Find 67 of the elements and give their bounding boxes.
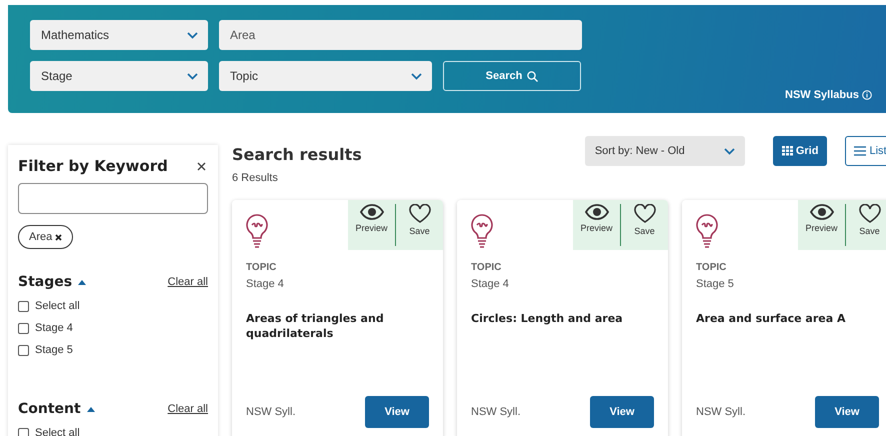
- keyword-chip[interactable]: Area: [18, 225, 74, 249]
- keyword-input[interactable]: [18, 183, 208, 214]
- checkbox-label: Stage 4: [35, 322, 73, 334]
- results-title: Search results: [232, 145, 362, 164]
- close-icon: [197, 162, 206, 170]
- card-source: NSW Syll.: [471, 406, 520, 418]
- caret-icon: [78, 280, 86, 284]
- lightbulb-icon: [696, 214, 718, 248]
- checkbox-label: Select all: [35, 427, 80, 436]
- card-source: NSW Syll.: [246, 406, 296, 418]
- card-title: Circles: Length and area: [471, 311, 624, 326]
- section-toggle[interactable]: Content: [18, 401, 95, 417]
- eye-icon: [584, 204, 608, 220]
- lightbulb-icon: [471, 214, 493, 248]
- card-source: NSW Syll.: [696, 406, 746, 418]
- stage-select[interactable]: Stage: [30, 61, 208, 91]
- save-button[interactable]: Save: [396, 204, 443, 246]
- remove-icon: [55, 234, 62, 240]
- chevron-down-icon: [187, 72, 198, 80]
- lightbulb-icon: [246, 214, 268, 248]
- filter-title: Filter by Keyword: [18, 157, 168, 175]
- grid-icon: [782, 146, 793, 156]
- heart-icon: [858, 204, 880, 223]
- checkbox[interactable]: [18, 344, 29, 356]
- view-button[interactable]: View: [590, 396, 654, 428]
- card-type: TOPIC: [246, 262, 278, 273]
- preview-button[interactable]: Preview: [348, 204, 395, 246]
- card-stage: Stage 4: [471, 278, 510, 290]
- preview-button[interactable]: Preview: [573, 204, 620, 246]
- card-title: Areas of triangles and quadrilaterals: [246, 311, 385, 341]
- card-type: TOPIC: [471, 262, 502, 273]
- sort-select[interactable]: Sort by: New - Old: [584, 136, 745, 166]
- keyword-field[interactable]: Area: [219, 20, 582, 50]
- heart-icon: [634, 204, 656, 223]
- card-stage: Stage 4: [246, 278, 285, 290]
- preview-button[interactable]: Preview: [798, 204, 845, 246]
- chevron-down-icon: [187, 32, 198, 38]
- checkbox-label: Select all: [35, 300, 80, 312]
- save-button[interactable]: Save: [846, 204, 886, 246]
- card-type: TOPIC: [696, 262, 728, 273]
- subject-select[interactable]: Mathematics: [30, 20, 208, 50]
- list-icon: [854, 146, 866, 156]
- eye-icon: [810, 204, 834, 220]
- card-title: Area and surface area A: [696, 311, 847, 326]
- chevron-down-icon: [411, 72, 422, 80]
- card-stage: Stage 5: [696, 278, 735, 290]
- clear-all-link[interactable]: Clear all: [168, 276, 208, 288]
- caret-icon: [86, 406, 95, 412]
- checkbox-label: Stage 5: [35, 344, 73, 356]
- checkbox[interactable]: [18, 300, 29, 312]
- syllabus-link[interactable]: NSW Syllabus: [785, 88, 872, 102]
- section-toggle[interactable]: Stages: [18, 274, 86, 290]
- checkbox[interactable]: [18, 428, 29, 436]
- save-button[interactable]: Save: [621, 204, 668, 246]
- chevron-down-icon: [724, 148, 735, 154]
- clear-all-link[interactable]: Clear all: [168, 403, 208, 415]
- view-button[interactable]: View: [815, 396, 879, 428]
- search-icon: [527, 70, 538, 82]
- checkbox[interactable]: [18, 322, 29, 334]
- type-select[interactable]: Topic: [219, 61, 432, 91]
- search-button[interactable]: Search: [443, 61, 581, 91]
- view-toggle[interactable]: Grid: [772, 136, 828, 166]
- view-button[interactable]: View: [365, 396, 429, 428]
- results-count: 6 Results: [232, 172, 279, 184]
- eye-icon: [360, 204, 384, 220]
- info-icon: [862, 90, 872, 100]
- heart-icon: [408, 204, 430, 223]
